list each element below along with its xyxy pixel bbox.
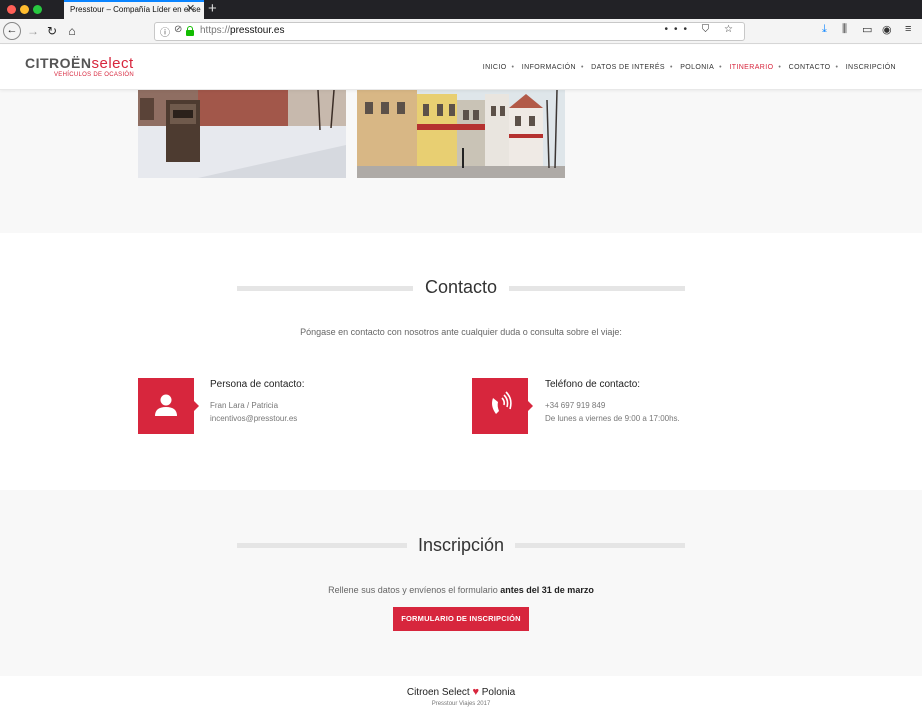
person-card-title: Persona de contacto: (210, 379, 305, 390)
photo-colorful-street[interactable] (357, 90, 565, 178)
nav-item-polonia[interactable]: POLONIA (680, 64, 714, 71)
nav-item-informacion[interactable]: INFORMACIÓN (522, 64, 576, 71)
nav-separator: • (835, 64, 839, 71)
browser-titlebar: Presstour – Compañía Líder en el se ✕ + (0, 0, 922, 19)
nav-item-inicio[interactable]: INICIO (483, 64, 507, 71)
footer-copyright: Presstour Viajes 2017 (431, 701, 491, 707)
registration-form-button[interactable]: FORMULARIO DE INSCRIPCIÓN (393, 607, 529, 631)
contact-person-name: Fran Lara / Patricia (210, 401, 279, 410)
logo-wordmark: CITROËNselect (25, 55, 150, 72)
site-info-icon[interactable]: ⓘ (160, 24, 170, 39)
site-footer: Citroen Select ♥ Polonia Presstour Viaje… (0, 676, 922, 720)
url-bar[interactable]: ⓘ ⊘ https://presstour.es ••• ⛉ ☆ (154, 22, 745, 41)
minimize-window-button[interactable] (20, 5, 29, 14)
lock-icon (186, 26, 194, 36)
user-icon (155, 394, 177, 416)
hamburger-menu-icon[interactable]: ≡ (905, 23, 911, 35)
home-icon[interactable]: ⌂ (63, 22, 81, 40)
inscripcion-section: Inscripción Rellene sus datos y envíenos… (0, 490, 922, 676)
contact-hours: De lunes a viernes de 9:00 a 17:00hs. (545, 414, 680, 423)
site-header: CITROËNselect VEHÍCULOS DE OCASIÓN INICI… (0, 45, 922, 90)
nav-item-itinerario[interactable]: ITINERARIO (729, 64, 773, 71)
person-card-icon-box (138, 378, 199, 434)
back-icon[interactable]: ← (3, 22, 21, 40)
forward-icon[interactable]: → (24, 22, 42, 40)
close-window-button[interactable] (7, 5, 16, 14)
logo-select: select (91, 55, 134, 72)
nav-item-datos-de-interes[interactable]: DATOS DE INTERÉS (591, 64, 665, 71)
account-icon[interactable]: ◉ (882, 23, 892, 36)
reload-icon[interactable]: ↻ (43, 22, 61, 40)
browser-tab[interactable]: Presstour – Compañía Líder en el se (64, 0, 204, 19)
title-divider-right (509, 286, 685, 291)
inscripcion-lead-text: Rellene sus datos y envíenos el formular… (328, 585, 498, 595)
tab-title: Presstour – Compañía Líder en el se (70, 5, 201, 14)
contact-section: Contacto Póngase en contacto con nosotro… (0, 233, 922, 490)
browser-navbar: ← → ↻ ⌂ ⓘ ⊘ https://presstour.es ••• ⛉ ☆… (0, 19, 922, 44)
nav-separator: • (580, 64, 584, 71)
inscripcion-deadline: antes del 31 de marzo (500, 585, 594, 595)
footer-brand-right: Polonia (481, 687, 516, 698)
nav-item-inscripcion[interactable]: INSCRIPCIÓN (846, 64, 896, 71)
contact-email[interactable]: incentivos@presstour.es (210, 414, 297, 423)
url-protocol: https:// (200, 25, 231, 36)
contact-phone-number[interactable]: +34 697 919 849 (545, 401, 605, 410)
nav-separator: • (670, 64, 673, 71)
nav-separator: • (511, 64, 515, 71)
inscripcion-lead: Rellene sus datos y envíenos el formular… (0, 585, 922, 595)
new-tab-button[interactable]: + (208, 0, 217, 18)
nav-item-contacto[interactable]: CONTACTO (789, 64, 831, 71)
download-icon[interactable]: ⤓ (822, 23, 827, 36)
zoom-window-button[interactable] (33, 5, 42, 14)
phone-icon (492, 391, 512, 414)
url-text[interactable]: https://presstour.es (200, 25, 285, 36)
citroen-select-logo[interactable]: CITROËNselect VEHÍCULOS DE OCASIÓN (25, 55, 150, 83)
library-icon[interactable]: ⫼ (842, 23, 847, 36)
title-divider-right (515, 543, 685, 548)
phone-card-icon-box (472, 378, 533, 434)
logo-brand: CITROËN (25, 55, 92, 71)
phone-card-title: Teléfono de contacto: (545, 379, 641, 390)
page-actions-icon[interactable]: ••• ⛉ ☆ (664, 24, 739, 35)
nav-separator: • (778, 64, 782, 71)
contact-lead: Póngase en contacto con nosotros ante cu… (300, 327, 622, 337)
sidebar-icon[interactable]: ▭ (862, 23, 872, 36)
heart-icon: ♥ (472, 686, 479, 698)
gallery-section (0, 90, 922, 233)
footer-brand: Citroen Select ♥ Polonia (0, 686, 922, 698)
footer-brand-left: Citroen Select (406, 687, 470, 698)
tab-close-icon[interactable]: ✕ (186, 1, 195, 17)
tracking-protection-icon[interactable]: ⊘ (174, 24, 182, 35)
contact-title: Contacto (424, 277, 498, 297)
nav-separator: • (719, 64, 722, 71)
photo-snowy-square[interactable] (138, 90, 346, 178)
url-host: presstour.es (230, 25, 285, 36)
inscripcion-title: Inscripción (417, 535, 505, 555)
logo-tagline: VEHÍCULOS DE OCASIÓN (54, 72, 135, 78)
main-nav: INICIO • INFORMACIÓN • DATOS DE INTERÉS • P… (483, 64, 896, 71)
